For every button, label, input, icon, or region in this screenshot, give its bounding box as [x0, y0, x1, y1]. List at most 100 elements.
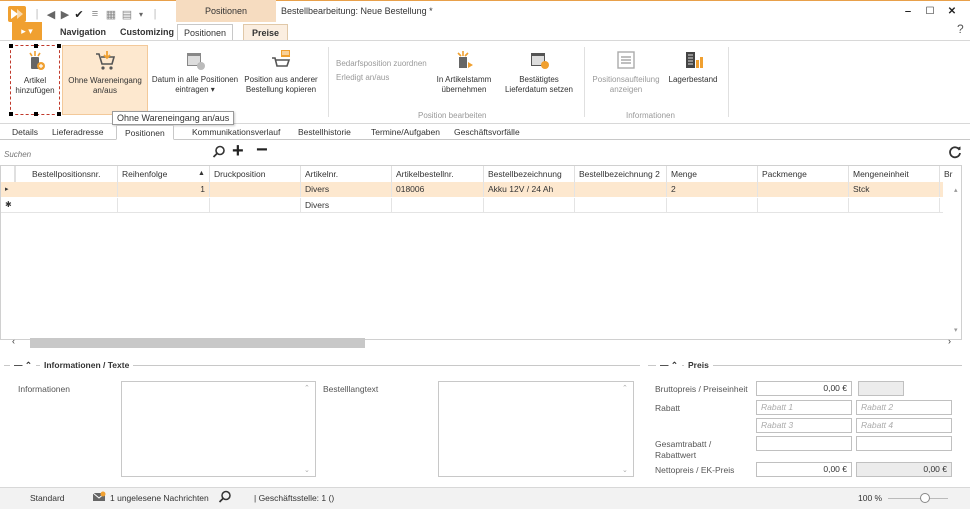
ohne-wareneingang-label: Ohne Wareneingang an/aus	[68, 76, 142, 95]
column-header[interactable]: Mengeneinheit	[849, 166, 940, 182]
rabatt2-field[interactable]: Rabatt 2	[856, 400, 952, 415]
position-kopieren-button[interactable]: Position aus anderer Bestellung kopieren	[240, 45, 322, 95]
minimize-button[interactable]: ‒	[898, 4, 918, 18]
quick-access-dropdown-icon[interactable]: ▾	[134, 6, 148, 22]
scroll-left-icon[interactable]: ‹	[12, 336, 15, 346]
grid-cell[interactable]: Akku 12V / 24 Ah	[484, 182, 575, 197]
collapse-info-icon[interactable]: — ⌃	[10, 360, 36, 371]
tab-preise[interactable]: Preise	[243, 24, 289, 40]
maximize-button[interactable]: ☐	[920, 4, 940, 18]
tab-positionen-doc[interactable]: Positionen	[116, 125, 174, 140]
preiseinheit-field[interactable]	[858, 381, 904, 396]
calendar-icon[interactable]: ▦	[104, 6, 118, 22]
column-header[interactable]: Bestellbezeichnung	[484, 166, 575, 182]
bestelllangtext-textarea[interactable]	[438, 381, 634, 477]
grid-cell[interactable]: Divers	[301, 198, 392, 213]
artikelstamm-button[interactable]: In Artikelstamm übernehmen	[432, 45, 496, 95]
lagerbestand-button[interactable]: Lagerbestand	[664, 45, 722, 85]
bruttopreis-field[interactable]: 0,00 €	[756, 381, 852, 396]
grid-cell[interactable]	[210, 198, 301, 213]
scroll-right-icon[interactable]: ›	[948, 336, 951, 346]
grid-cell[interactable]	[575, 198, 667, 213]
column-header[interactable]: Bestellbezeichnung 2	[575, 166, 667, 182]
messages-icon[interactable]	[92, 491, 106, 503]
collapse-preis-icon[interactable]: — ⌃	[656, 360, 682, 371]
doc-icon[interactable]: ▤	[120, 6, 134, 22]
gesamtrabatt-field[interactable]	[756, 436, 852, 451]
grid-cell[interactable]: Stck	[849, 182, 940, 197]
bedarfsposition-button[interactable]: Bedarfsposition zuordnen	[336, 59, 427, 69]
grid-cell[interactable]	[484, 198, 575, 213]
zoom-slider[interactable]	[888, 498, 948, 499]
scroll-up-icon[interactable]: ⌃	[304, 384, 310, 392]
list-icon[interactable]: ≡	[88, 6, 102, 22]
grid-cell[interactable]	[849, 198, 940, 213]
scroll-down-icon[interactable]: ▾	[954, 326, 958, 334]
remove-row-icon[interactable]: −	[256, 140, 268, 160]
save-check-icon[interactable]: ✔	[72, 6, 86, 22]
close-button[interactable]: ✕	[942, 4, 962, 18]
status-search-icon[interactable]	[218, 490, 232, 504]
scroll-up-icon[interactable]: ⌃	[622, 384, 628, 392]
grid-cell[interactable]	[575, 182, 667, 197]
sort-ascending-icon: ▲	[198, 170, 205, 177]
column-header[interactable]: Bestellpositionsnr.	[28, 166, 118, 182]
search-icon[interactable]	[212, 145, 226, 159]
tab-details[interactable]: Details	[12, 127, 38, 137]
rabatt3-field[interactable]: Rabatt 3	[756, 418, 852, 433]
search-input[interactable]	[4, 146, 209, 162]
scroll-down-icon[interactable]: ⌄	[304, 466, 310, 474]
erledigt-button[interactable]: Erledigt an/aus	[336, 73, 389, 83]
column-header[interactable]: Artikelbestellnr.	[392, 166, 484, 182]
column-header[interactable]: Menge	[667, 166, 758, 182]
grid-cell[interactable]: 1	[118, 182, 210, 197]
informationen-textarea[interactable]	[121, 381, 316, 477]
grid-cell[interactable]	[118, 198, 210, 213]
refresh-icon[interactable]	[948, 145, 962, 159]
grid-cell[interactable]: Divers	[301, 182, 392, 197]
tab-customizing[interactable]: Customizing	[120, 24, 174, 40]
positionsaufteilung-label: Positionsaufteilung anzeigen	[592, 75, 660, 94]
datum-eintragen-button[interactable]: Datum in alle Positionen eintragen ▾	[150, 45, 240, 95]
tab-lieferadresse[interactable]: Lieferadresse	[52, 127, 104, 137]
column-header[interactable]: Artikelnr.	[301, 166, 392, 182]
tab-geschaeftsvorfaelle[interactable]: Geschäftsvorfälle	[454, 127, 520, 137]
grid-cell[interactable]	[758, 198, 849, 213]
horizontal-scrollbar[interactable]	[30, 338, 365, 348]
help-icon[interactable]: ?	[957, 22, 964, 36]
app-menu-button[interactable]: ▸ ▾	[12, 22, 42, 40]
column-header[interactable]: Druckposition	[210, 166, 301, 182]
ohne-wareneingang-button[interactable]: Ohne Wareneingang an/aus	[62, 45, 148, 115]
back-icon[interactable]: ◀	[44, 6, 58, 22]
grid-cell[interactable]	[28, 198, 118, 213]
column-header[interactable]: Br	[940, 166, 960, 182]
tab-positionen[interactable]: Positionen	[177, 24, 234, 40]
grid-cell[interactable]	[667, 198, 758, 213]
zoom-slider-thumb[interactable]	[920, 493, 930, 503]
unread-messages[interactable]: 1 ungelesene Nachrichten	[110, 493, 209, 503]
rabatt-label: Rabatt	[655, 403, 681, 413]
grid-cell[interactable]: 018006	[392, 182, 484, 197]
grid-cell[interactable]	[28, 182, 118, 197]
nettopreis-field[interactable]: 0,00 €	[756, 462, 852, 477]
rabattwert-field[interactable]	[856, 436, 952, 451]
tab-navigation[interactable]: Navigation	[60, 24, 106, 40]
grid-cell[interactable]	[210, 182, 301, 197]
grid-cell[interactable]	[392, 198, 484, 213]
forward-icon[interactable]: ▶	[58, 6, 72, 22]
tab-bestellhistorie[interactable]: Bestellhistorie	[298, 127, 351, 137]
lieferdatum-button[interactable]: Bestätigtes Lieferdatum setzen	[498, 45, 580, 95]
rabatt4-field[interactable]: Rabatt 4	[856, 418, 952, 433]
tab-termine[interactable]: Termine/Aufgaben	[371, 127, 440, 137]
add-article-button[interactable]: Artikel hinzufügen	[9, 44, 61, 116]
grid-cell[interactable]	[758, 182, 849, 197]
scroll-down-icon[interactable]: ⌄	[622, 466, 628, 474]
scroll-up-icon[interactable]: ▴	[954, 186, 958, 194]
grid-cell[interactable]: 2	[667, 182, 758, 197]
rabatt1-field[interactable]: Rabatt 1	[756, 400, 852, 415]
positionsaufteilung-button[interactable]: Positionsaufteilung anzeigen	[590, 45, 662, 95]
tab-kommunikationsverlauf[interactable]: Kommunikationsverlauf	[192, 127, 280, 137]
column-header[interactable]: Packmenge	[758, 166, 849, 182]
add-row-icon[interactable]: +	[232, 141, 244, 161]
column-header[interactable]: Reihenfolge	[118, 166, 210, 182]
